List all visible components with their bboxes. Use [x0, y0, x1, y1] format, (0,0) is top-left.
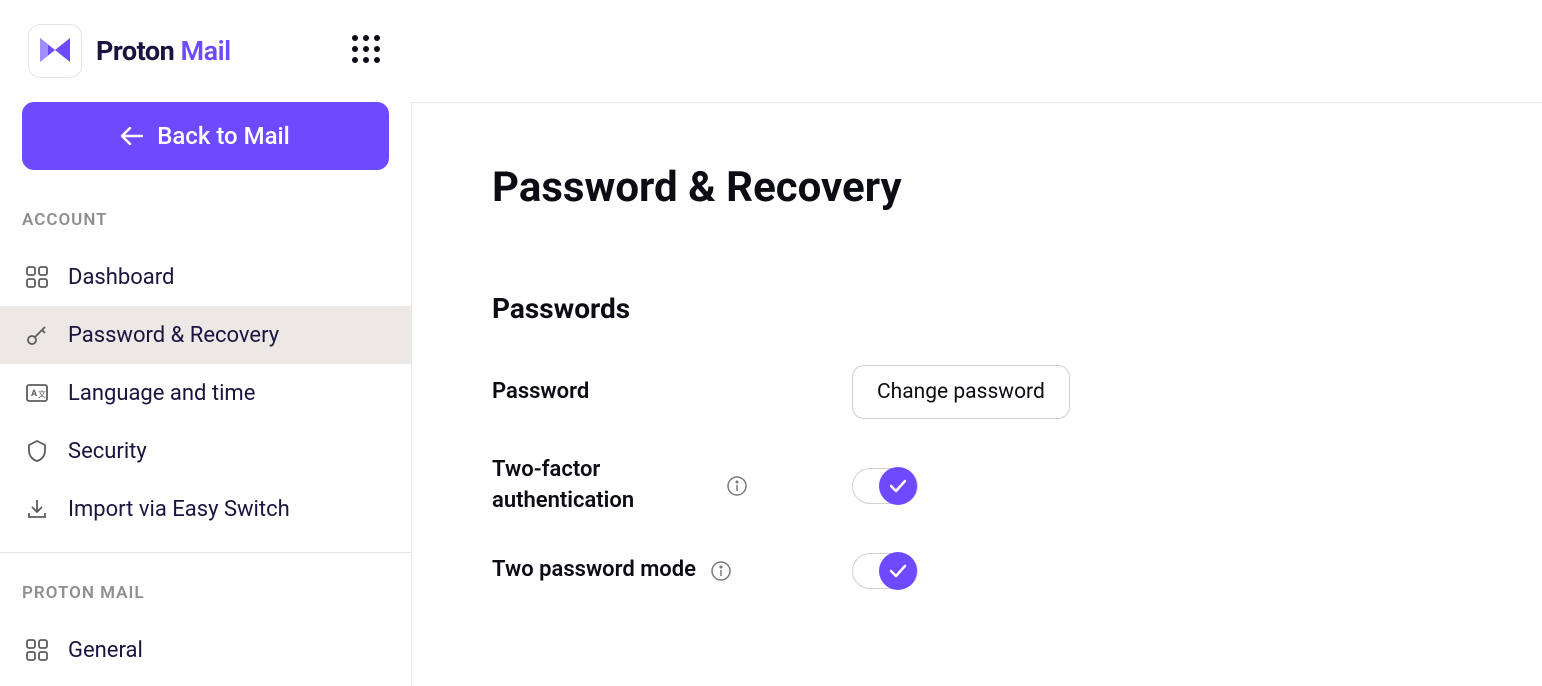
apps-grid-icon[interactable] [351, 34, 381, 68]
main-container: Back to Mail ACCOUNT Dashboard [0, 102, 1542, 686]
setting-two-factor: Two-factor authentication [492, 455, 1462, 517]
dashboard-icon [24, 264, 50, 290]
proton-mail-icon [28, 24, 82, 78]
info-icon[interactable] [726, 475, 748, 497]
sidebar-item-general[interactable]: General [0, 621, 411, 679]
logo[interactable]: Proton Mail [28, 24, 231, 78]
page-title: Password & Recovery [492, 163, 1462, 212]
toggle-knob [879, 467, 917, 505]
sidebar-section-account: ACCOUNT [0, 200, 411, 248]
info-icon[interactable] [710, 560, 732, 582]
shield-icon [24, 438, 50, 464]
two-factor-label: Two-factor authentication [492, 455, 712, 517]
svg-text:文: 文 [38, 389, 46, 399]
two-password-toggle[interactable] [852, 553, 918, 589]
content-area: Password & Recovery Passwords Password C… [412, 102, 1542, 686]
sidebar-item-dashboard[interactable]: Dashboard [0, 248, 411, 306]
sidebar-item-label: Security [68, 439, 147, 464]
check-icon [889, 564, 907, 578]
app-header: Proton Mail [0, 0, 1542, 102]
sidebar-item-password-recovery[interactable]: Password & Recovery [0, 306, 411, 364]
sidebar-item-label: General [68, 638, 143, 663]
sidebar-item-label: Language and time [68, 381, 255, 406]
arrow-left-icon [121, 127, 143, 145]
sidebar-item-label: Import via Easy Switch [68, 497, 290, 522]
sidebar: Back to Mail ACCOUNT Dashboard [0, 102, 412, 686]
setting-password: Password Change password [492, 365, 1462, 419]
sidebar-item-import-easy-switch[interactable]: Import via Easy Switch [0, 480, 411, 538]
password-label: Password [492, 377, 792, 408]
key-icon [24, 322, 50, 348]
language-icon: A 文 [24, 380, 50, 406]
svg-text:A: A [31, 389, 38, 399]
sidebar-item-security[interactable]: Security [0, 422, 411, 480]
two-password-label: Two password mode [492, 555, 696, 586]
sidebar-item-language-time[interactable]: A 文 Language and time [0, 364, 411, 422]
change-password-button[interactable]: Change password [852, 365, 1070, 419]
back-button-label: Back to Mail [157, 122, 290, 150]
section-title: Passwords [492, 292, 1462, 325]
back-to-mail-button[interactable]: Back to Mail [22, 102, 389, 170]
toggle-knob [879, 552, 917, 590]
grid-icon [24, 637, 50, 663]
sidebar-item-label: Password & Recovery [68, 323, 279, 348]
sidebar-item-label: Dashboard [68, 265, 174, 290]
sidebar-section-proton-mail: PROTON MAIL [0, 573, 411, 621]
import-icon [24, 496, 50, 522]
setting-two-password: Two password mode [492, 553, 1462, 589]
check-icon [889, 479, 907, 493]
logo-text: Proton Mail [96, 35, 231, 67]
two-factor-toggle[interactable] [852, 468, 918, 504]
